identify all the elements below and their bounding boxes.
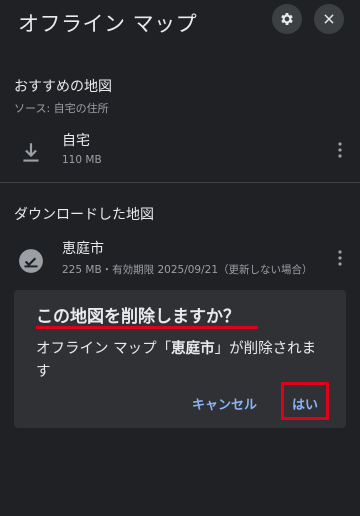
more-vert-icon[interactable] [330,248,350,268]
confirm-highlight-box [281,382,329,420]
close-button[interactable] [314,4,344,34]
page-title: オフライン マップ [18,12,198,36]
map-name: 自宅 [62,133,90,149]
recommended-source: ソース: 自宅の住所 [14,102,109,115]
app-header: オフライン マップ [0,0,360,48]
cancel-button[interactable]: キャンセル [192,394,257,413]
section-divider [0,182,360,183]
list-item-eniwa[interactable]: 恵庭市 225 MB・有効期限 2025/09/21（更新しない場合） [0,236,360,286]
message-prefix: オフライン マップ「 [36,341,172,357]
dialog-title: この地図を削除しますか？ [36,307,240,327]
list-item-home[interactable]: 自宅 110 MB [0,128,360,178]
message-map-name: 恵庭市 [171,341,215,357]
recommended-section-title: おすすめの地図 [14,79,112,95]
map-size: 110 MB [62,154,102,166]
gear-icon [281,13,293,25]
more-vert-icon[interactable] [330,140,350,160]
download-icon [23,143,39,162]
dialog-message: オフライン マップ「恵庭市」が削除されます [36,338,326,384]
settings-button[interactable] [272,4,302,34]
close-icon [324,14,334,24]
delete-dialog: この地図を削除しますか？ オフライン マップ「恵庭市」が削除されます キャンセル… [14,290,346,428]
title-highlight-underline [36,326,258,329]
map-name: 恵庭市 [62,241,104,257]
downloaded-section-title: ダウンロードした地図 [14,207,154,223]
check-circle-icon [19,249,43,273]
map-meta: 225 MB・有効期限 2025/09/21（更新しない場合） [62,264,313,276]
